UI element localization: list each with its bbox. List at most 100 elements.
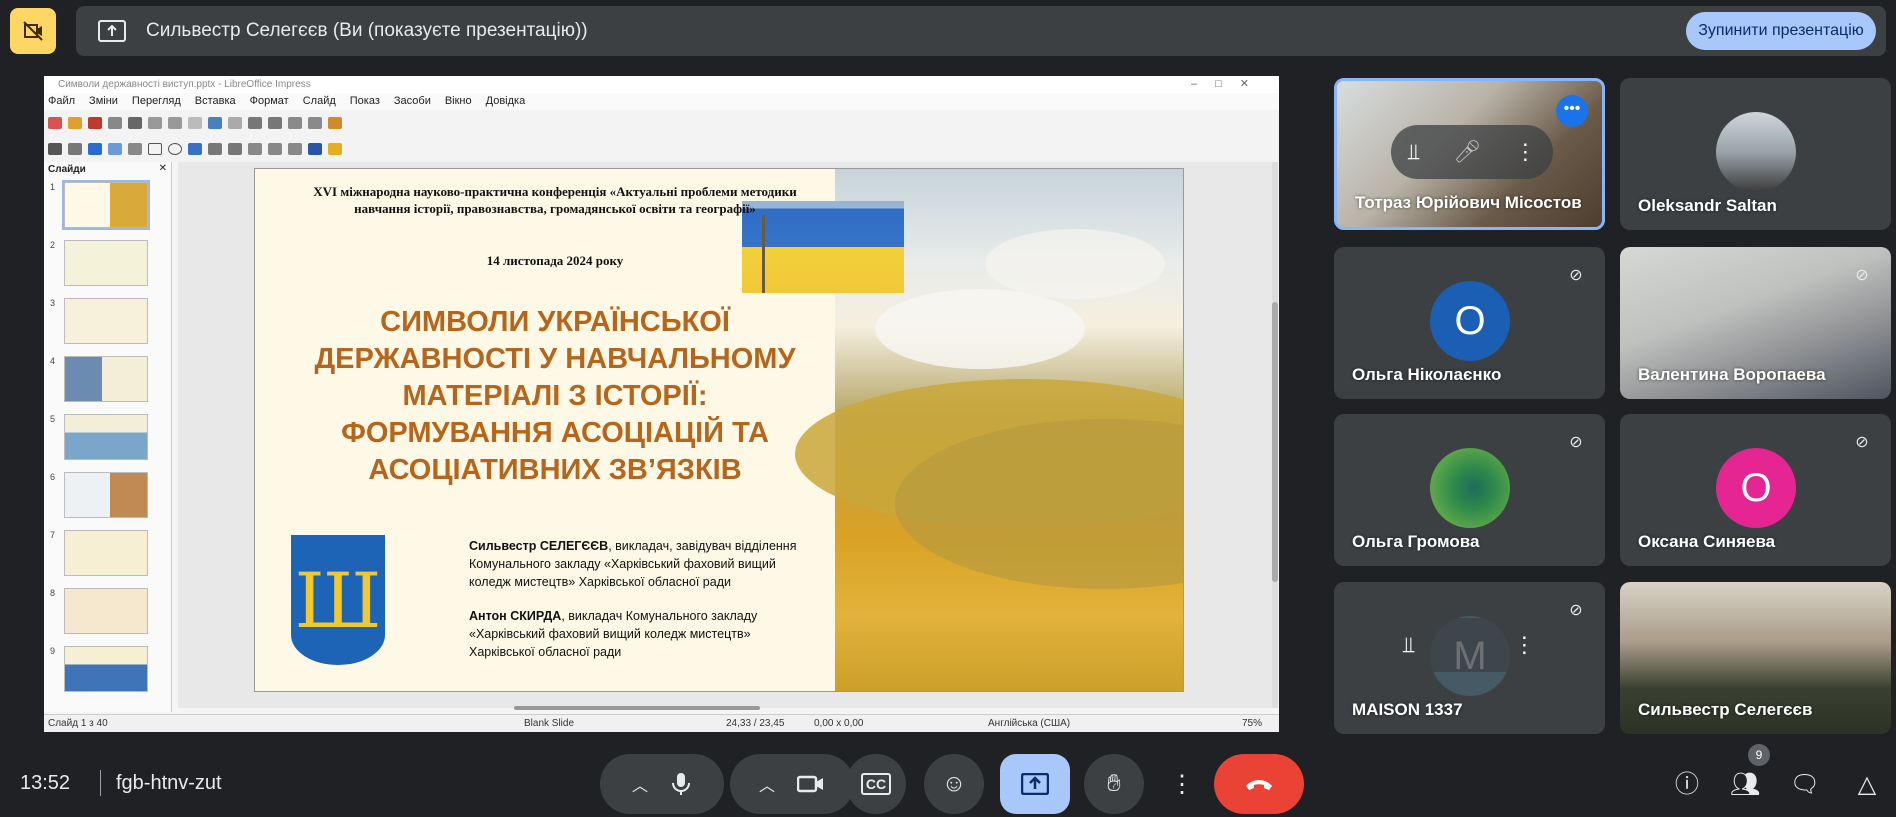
zoom-icon[interactable] — [68, 143, 82, 155]
paste-icon[interactable] — [188, 117, 202, 129]
slide-thumbnail-6[interactable]: 6 — [48, 472, 166, 522]
presenting-title: Сильвестр Селегєєв (Ви (показуєте презен… — [146, 20, 588, 41]
basic-shapes-icon[interactable] — [248, 143, 262, 155]
slide-thumbnail-7[interactable]: 7 — [48, 530, 166, 580]
meeting-code[interactable]: fgb-htnv-zut — [116, 772, 222, 795]
chevron-up-icon[interactable]: ︿ — [632, 772, 648, 796]
menu-window[interactable]: Вікно — [445, 93, 472, 110]
cut-icon[interactable] — [148, 117, 162, 129]
camera-off-indicator[interactable] — [10, 8, 56, 54]
grid-icon[interactable] — [288, 117, 302, 129]
chevron-up-icon[interactable]: ︿ — [759, 772, 775, 796]
curve-icon[interactable] — [208, 143, 222, 155]
more-options-icon[interactable]: ••• — [1556, 95, 1588, 127]
participant-tile[interactable]: ⊘ M ⫫ ⋮ MAISON 1337 — [1334, 582, 1605, 734]
menu-file[interactable]: Файл — [48, 93, 75, 110]
print-icon[interactable] — [128, 117, 142, 129]
microphone-icon[interactable] — [670, 771, 692, 797]
menu-format[interactable]: Формат — [250, 93, 289, 110]
line-color-icon[interactable] — [88, 143, 102, 155]
participant-name: Oleksandr Saltan — [1638, 196, 1777, 215]
star-icon[interactable] — [288, 143, 302, 155]
find-icon[interactable] — [248, 117, 262, 129]
slide-thumbnail-1[interactable]: 1 — [48, 180, 166, 232]
chat-icon[interactable]: 🗨︎ — [1788, 768, 1822, 802]
captions-button[interactable]: CC — [846, 754, 906, 814]
status-zoom[interactable]: 75% — [1242, 718, 1262, 729]
slide-layout-icon[interactable] — [328, 117, 342, 129]
author-1: Сильвестр СЕЛЕГЄЄВ, викладач, завідувач … — [469, 537, 809, 591]
participant-tile[interactable]: Oleksandr Saltan — [1620, 78, 1891, 230]
window-controls[interactable]: –□✕ — [1191, 76, 1267, 93]
slide-thumbnail-3[interactable]: 3 — [48, 298, 166, 348]
menu-edit[interactable]: Зміни — [89, 93, 118, 110]
pin-icon[interactable]: ⫫ — [1408, 139, 1420, 165]
participant-avatar — [1430, 448, 1510, 528]
slide-number: 9 — [50, 646, 56, 656]
3d-objects-icon[interactable] — [308, 143, 322, 155]
current-slide[interactable]: XVI міжнародна науково-практична конфере… — [254, 168, 1184, 692]
spelling-icon[interactable] — [268, 117, 282, 129]
select-icon[interactable] — [48, 143, 62, 155]
reactions-button[interactable]: ☺ — [924, 754, 984, 814]
tile-controls: ⫫ 🎤︎ ⋮ — [1391, 125, 1553, 179]
raise-hand-button[interactable]: ✋︎ — [1084, 754, 1144, 814]
video-camera-icon[interactable] — [797, 774, 825, 794]
vertical-scrollbar[interactable] — [1272, 162, 1278, 708]
end-call-icon — [1246, 780, 1272, 790]
save-icon[interactable] — [88, 117, 102, 129]
export-icon[interactable] — [108, 117, 122, 129]
menu-insert[interactable]: Вставка — [195, 93, 236, 110]
menu-slide[interactable]: Слайд — [303, 93, 336, 110]
participant-tile[interactable]: ⊘ О Оксана Синяева — [1620, 414, 1891, 566]
highlight-icon[interactable] — [328, 143, 342, 155]
tile-controls: ⫫ ⋮ — [1388, 618, 1550, 672]
menu-help[interactable]: Довідка — [486, 93, 526, 110]
more-vert-icon[interactable]: ⋮ — [1513, 632, 1535, 658]
slide-thumbnail-8[interactable]: 8 — [48, 588, 166, 638]
stop-presenting-button[interactable]: Зупинити презентацію — [1686, 12, 1876, 50]
meeting-info-icon[interactable]: ⓘ — [1670, 768, 1704, 802]
participant-tile[interactable]: ••• ⫫ 🎤︎ ⋮ Тотраз Юрійович Місостов — [1334, 78, 1605, 230]
slide-thumbnail-5[interactable]: 5 — [48, 414, 166, 464]
activities-icon[interactable]: △ — [1850, 768, 1884, 802]
more-vert-icon[interactable]: ⋮ — [1514, 139, 1536, 165]
undo-icon[interactable] — [208, 117, 222, 129]
leave-call-button[interactable] — [1214, 754, 1304, 814]
menu-view[interactable]: Перегляд — [132, 93, 181, 110]
connector-icon[interactable] — [228, 143, 242, 155]
present-now-button[interactable] — [1000, 754, 1070, 814]
copy-icon[interactable] — [168, 117, 182, 129]
mic-icon[interactable]: 🎤︎ — [1453, 139, 1481, 165]
participant-tile[interactable]: ⊘ Ольга Громова — [1334, 414, 1605, 566]
pin-icon[interactable]: ⫫ — [1403, 632, 1415, 658]
people-count-badge: 9 — [1748, 744, 1770, 766]
people-icon[interactable]: 👥︎ — [1728, 768, 1762, 802]
ellipse-icon[interactable] — [168, 143, 182, 155]
line-icon[interactable] — [128, 143, 142, 155]
participant-tile[interactable]: ⊘ Валентина Воропаева — [1620, 247, 1891, 399]
open-icon[interactable] — [68, 117, 82, 129]
new-icon[interactable] — [48, 117, 62, 129]
impress-menu-bar: Файл Зміни Перегляд Вставка Формат Слайд… — [44, 93, 1279, 110]
close-panel-icon[interactable]: ✕ — [159, 163, 167, 174]
display-views-icon[interactable] — [308, 117, 322, 129]
horizontal-scrollbar[interactable] — [514, 706, 760, 710]
symbol-shapes-icon[interactable] — [268, 143, 282, 155]
menu-tools[interactable]: Засоби — [394, 93, 431, 110]
arrow-icon[interactable] — [188, 143, 202, 155]
slides-panel: Слайди ✕ 1 2 3 4 5 6 7 8 9 — [44, 162, 172, 712]
more-options-button[interactable]: ⋮ — [1162, 754, 1202, 814]
scroll-thumb[interactable] — [1272, 302, 1278, 582]
status-language[interactable]: Англійська (США) — [988, 718, 1070, 729]
mic-off-icon: ⊘ — [1569, 267, 1583, 284]
fill-color-icon[interactable] — [108, 143, 122, 155]
slide-thumbnail-2[interactable]: 2 — [48, 240, 166, 290]
participant-tile[interactable]: Сильвестр Селегєєв — [1620, 582, 1891, 734]
menu-slideshow[interactable]: Показ — [350, 93, 380, 110]
slide-thumbnail-9[interactable]: 9 — [48, 646, 166, 696]
redo-icon[interactable] — [228, 117, 242, 129]
rectangle-icon[interactable] — [148, 143, 162, 155]
slide-thumbnail-4[interactable]: 4 — [48, 356, 166, 406]
participant-tile[interactable]: ⊘ О Ольга Ніколаєнко — [1334, 247, 1605, 399]
